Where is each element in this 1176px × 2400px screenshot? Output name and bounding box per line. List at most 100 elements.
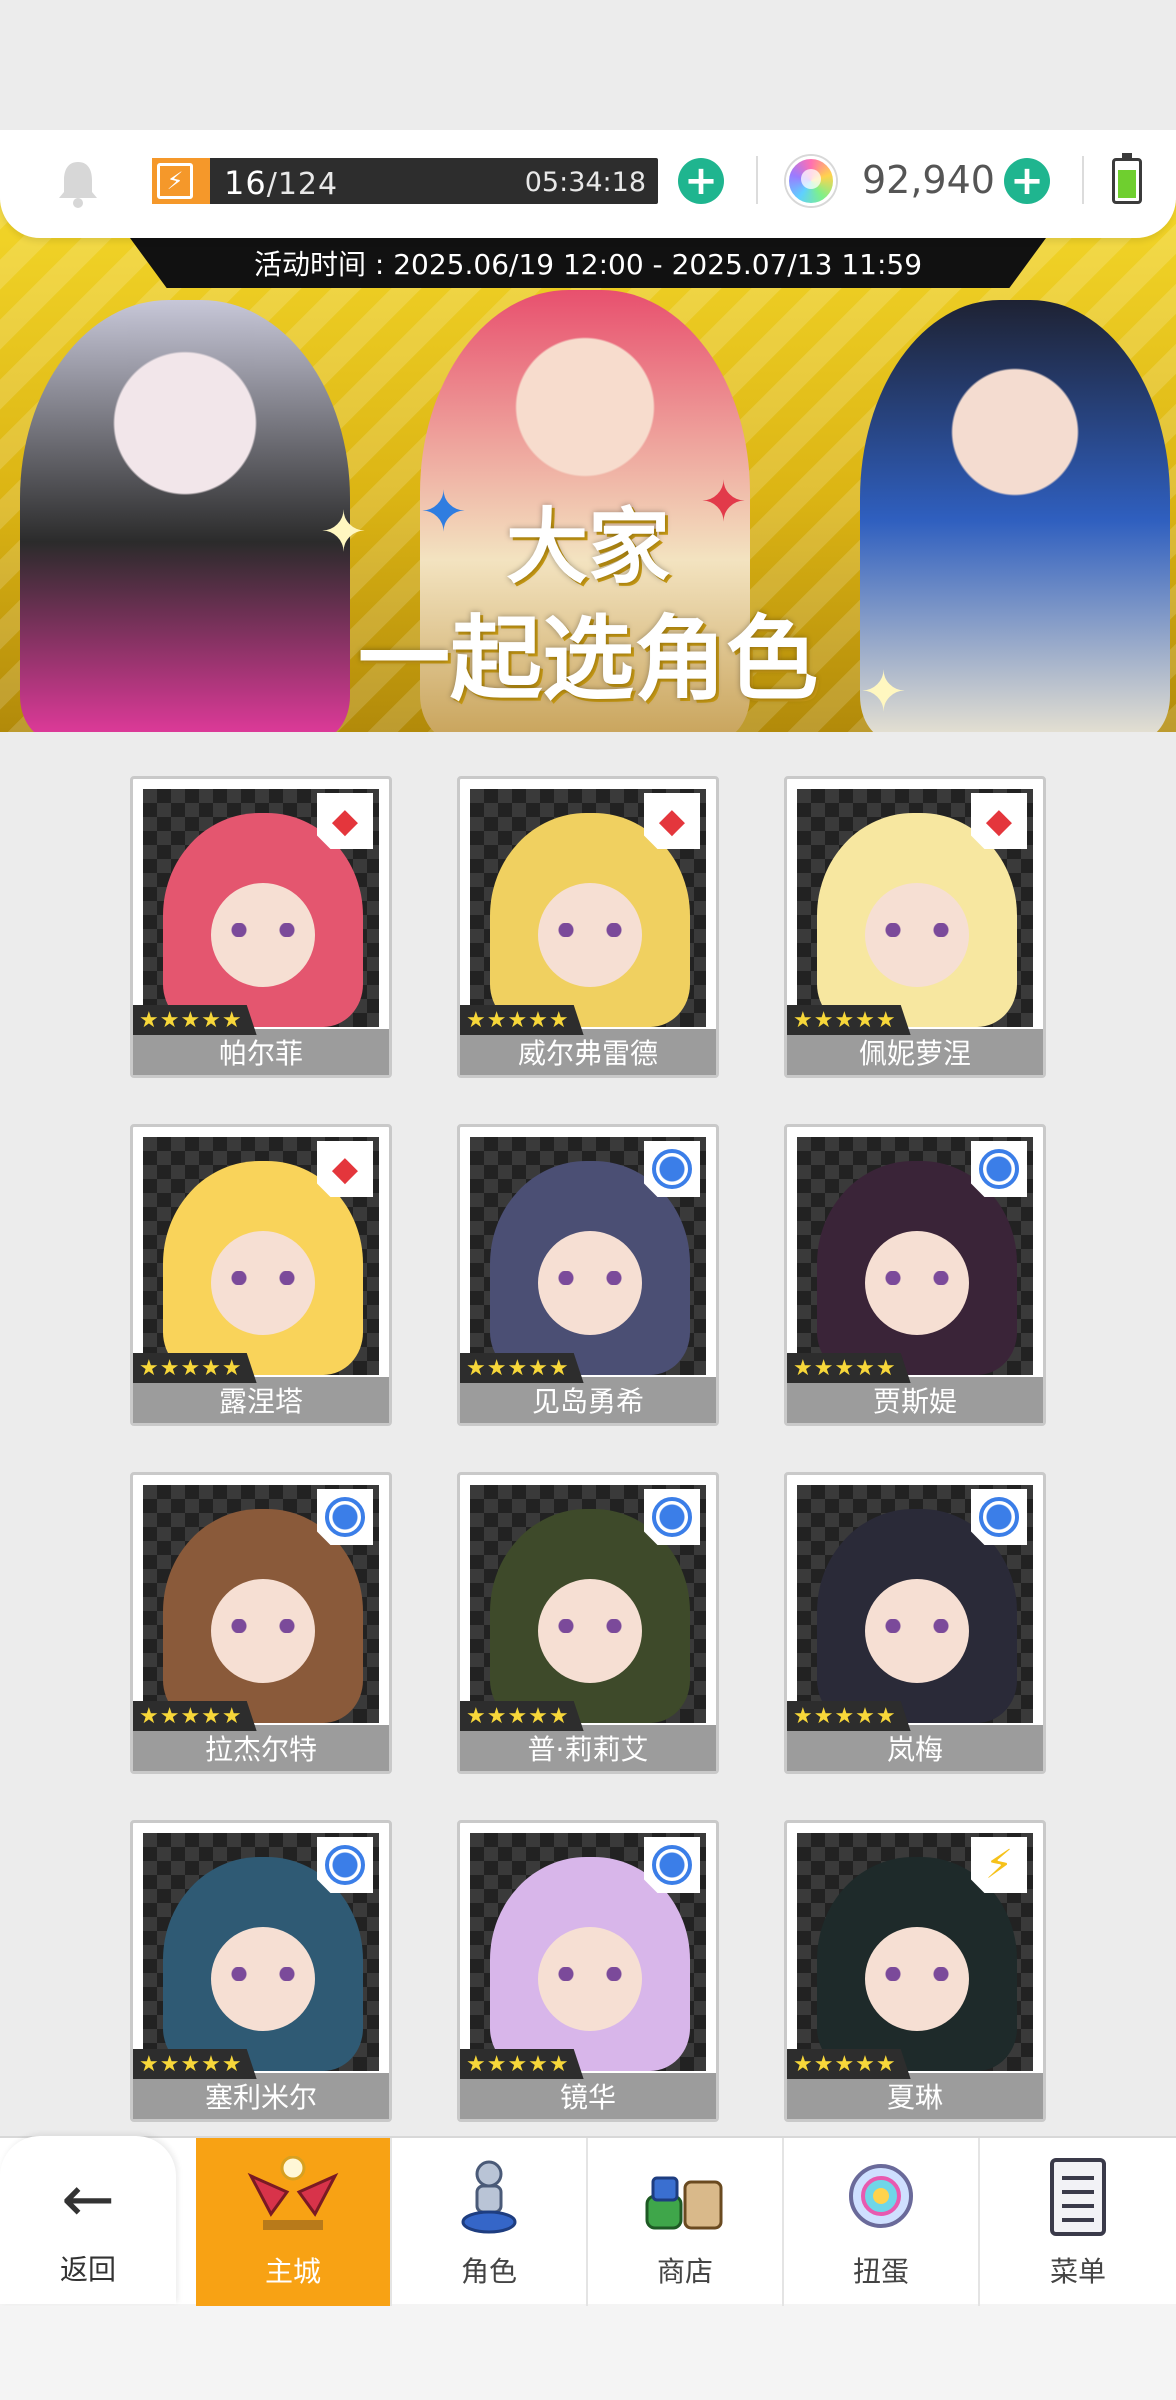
- character-name: 露涅塔: [133, 1377, 389, 1423]
- character-name: 塞利米尔: [133, 2073, 389, 2119]
- blue-circle-icon: [644, 1489, 700, 1545]
- system-nav-area: [0, 2304, 1176, 2400]
- red-diamond-icon: ◆: [644, 793, 700, 849]
- character-portrait: [143, 1833, 379, 2071]
- blue-circle-icon: [971, 1141, 1027, 1197]
- character-name: 镜华: [460, 2073, 716, 2119]
- add-stamina-button[interactable]: +: [678, 158, 724, 204]
- divider: [756, 156, 758, 204]
- back-button[interactable]: ← 返回: [0, 2136, 176, 2304]
- bottom-nav: 主城 角色 商店 扭蛋 菜单: [0, 2136, 1176, 2306]
- character-portrait: [470, 1137, 706, 1375]
- nav-characters[interactable]: 角色: [392, 2138, 588, 2306]
- red-diamond-icon: ◆: [971, 793, 1027, 849]
- nav-gacha[interactable]: 扭蛋: [784, 2138, 980, 2306]
- battery-icon: [1112, 153, 1142, 204]
- character-card[interactable]: ★★★★★ 贾斯媞: [784, 1124, 1046, 1426]
- nav-label: 扭蛋: [852, 2255, 909, 2288]
- character-card[interactable]: ★★★★★ 拉杰尔特: [130, 1472, 392, 1774]
- castle-icon: [247, 2156, 339, 2240]
- stamina-meter: ⚡ 16/124 05:34:18: [152, 158, 658, 204]
- blue-circle-icon: [644, 1141, 700, 1197]
- character-card[interactable]: ★★★★★ 普·莉莉艾: [457, 1472, 719, 1774]
- character-icon: [443, 2156, 535, 2240]
- character-card[interactable]: ★★★★★ 见岛勇希: [457, 1124, 719, 1426]
- star-rating: ★★★★★: [460, 1005, 584, 1035]
- character-portrait: ◆: [470, 789, 706, 1027]
- character-card[interactable]: ★★★★★ 塞利米尔: [130, 1820, 392, 2122]
- red-diamond-icon: ◆: [317, 1141, 373, 1197]
- lightning-icon: ⚡: [971, 1837, 1027, 1893]
- nav-menu[interactable]: 菜单: [980, 2138, 1176, 2306]
- character-portrait: ◆: [797, 789, 1033, 1027]
- character-card[interactable]: ◆ ★★★★★ 佩妮萝涅: [784, 776, 1046, 1078]
- star-rating: ★★★★★: [460, 1701, 584, 1731]
- character-portrait: [797, 1485, 1033, 1723]
- character-name: 岚梅: [787, 1725, 1043, 1771]
- divider: [1082, 156, 1084, 204]
- star-rating: ★★★★★: [460, 2049, 584, 2079]
- status-bar: ⚡ 16/124 05:34:18 + 92,940 +: [0, 130, 1176, 238]
- lightning-icon: ⚡: [152, 158, 198, 204]
- banner-title-line1: 大家: [505, 500, 670, 595]
- shop-icon: [639, 2156, 731, 2240]
- character-name: 佩妮萝涅: [787, 1029, 1043, 1075]
- gem-icon: [786, 156, 836, 206]
- red-diamond-icon: ◆: [317, 793, 373, 849]
- nav-label: 角色: [460, 2255, 517, 2288]
- star-rating: ★★★★★: [787, 1353, 911, 1383]
- stamina-current: 16: [224, 164, 267, 202]
- character-card[interactable]: ◆ ★★★★★ 帕尔菲: [130, 776, 392, 1078]
- nav-shop[interactable]: 商店: [588, 2138, 784, 2306]
- character-portrait: [470, 1485, 706, 1723]
- character-portrait: ◆: [143, 1137, 379, 1375]
- blue-circle-icon: [971, 1489, 1027, 1545]
- character-name: 普·莉莉艾: [460, 1725, 716, 1771]
- blue-circle-icon: [317, 1489, 373, 1545]
- character-card[interactable]: ◆ ★★★★★ 露涅塔: [130, 1124, 392, 1426]
- star-rating: ★★★★★: [787, 2049, 911, 2079]
- star-rating: ★★★★★: [787, 1701, 911, 1731]
- nav-label: 主城: [264, 2255, 321, 2288]
- banner-title-line2: 一起选角色: [357, 606, 818, 713]
- menu-list-icon: [1032, 2156, 1124, 2240]
- event-time: 活动时间 : 2025.06/19 12:00 - 2025.07/13 11:…: [130, 238, 1046, 288]
- character-name: 帕尔菲: [133, 1029, 389, 1075]
- character-portrait: [470, 1833, 706, 2071]
- character-card[interactable]: ★★★★★ 岚梅: [784, 1472, 1046, 1774]
- back-label: 返回: [59, 2253, 116, 2286]
- stamina-fill: [198, 158, 210, 204]
- star-rating: ★★★★★: [460, 1353, 584, 1383]
- blue-circle-icon: [644, 1837, 700, 1893]
- gem-count: 92,940: [862, 158, 995, 202]
- character-card[interactable]: ⚡ ★★★★★ 夏琳: [784, 1820, 1046, 2122]
- stamina-timer: 05:34:18: [524, 167, 646, 198]
- event-banner[interactable]: 活动时间 : 2025.06/19 12:00 - 2025.07/13 11:…: [0, 200, 1176, 732]
- star-rating: ★★★★★: [133, 1353, 257, 1383]
- blue-circle-icon: [317, 1837, 373, 1893]
- bell-icon[interactable]: [56, 158, 100, 208]
- nav-main-city[interactable]: 主城: [196, 2138, 392, 2306]
- character-card[interactable]: ◆ ★★★★★ 威尔弗雷德: [457, 776, 719, 1078]
- star-rating: ★★★★★: [787, 1005, 911, 1035]
- stamina-value: 16/124: [224, 164, 338, 202]
- character-name: 夏琳: [787, 2073, 1043, 2119]
- nav-label: 商店: [656, 2255, 713, 2288]
- arrow-left-icon: ←: [61, 2163, 115, 2237]
- star-rating: ★★★★★: [133, 2049, 257, 2079]
- character-name: 见岛勇希: [460, 1377, 716, 1423]
- character-card[interactable]: ★★★★★ 镜华: [457, 1820, 719, 2122]
- add-gem-button[interactable]: +: [1004, 158, 1050, 204]
- character-portrait: ◆: [143, 789, 379, 1027]
- character-portrait: ⚡: [797, 1833, 1033, 2071]
- character-name: 拉杰尔特: [133, 1725, 389, 1771]
- star-rating: ★★★★★: [133, 1701, 257, 1731]
- gacha-icon: [835, 2156, 927, 2240]
- character-portrait: [143, 1485, 379, 1723]
- character-portrait: [797, 1137, 1033, 1375]
- nav-label: 菜单: [1049, 2255, 1106, 2288]
- stamina-max: /124: [266, 167, 339, 202]
- star-rating: ★★★★★: [133, 1005, 257, 1035]
- character-name: 贾斯媞: [787, 1377, 1043, 1423]
- character-name: 威尔弗雷德: [460, 1029, 716, 1075]
